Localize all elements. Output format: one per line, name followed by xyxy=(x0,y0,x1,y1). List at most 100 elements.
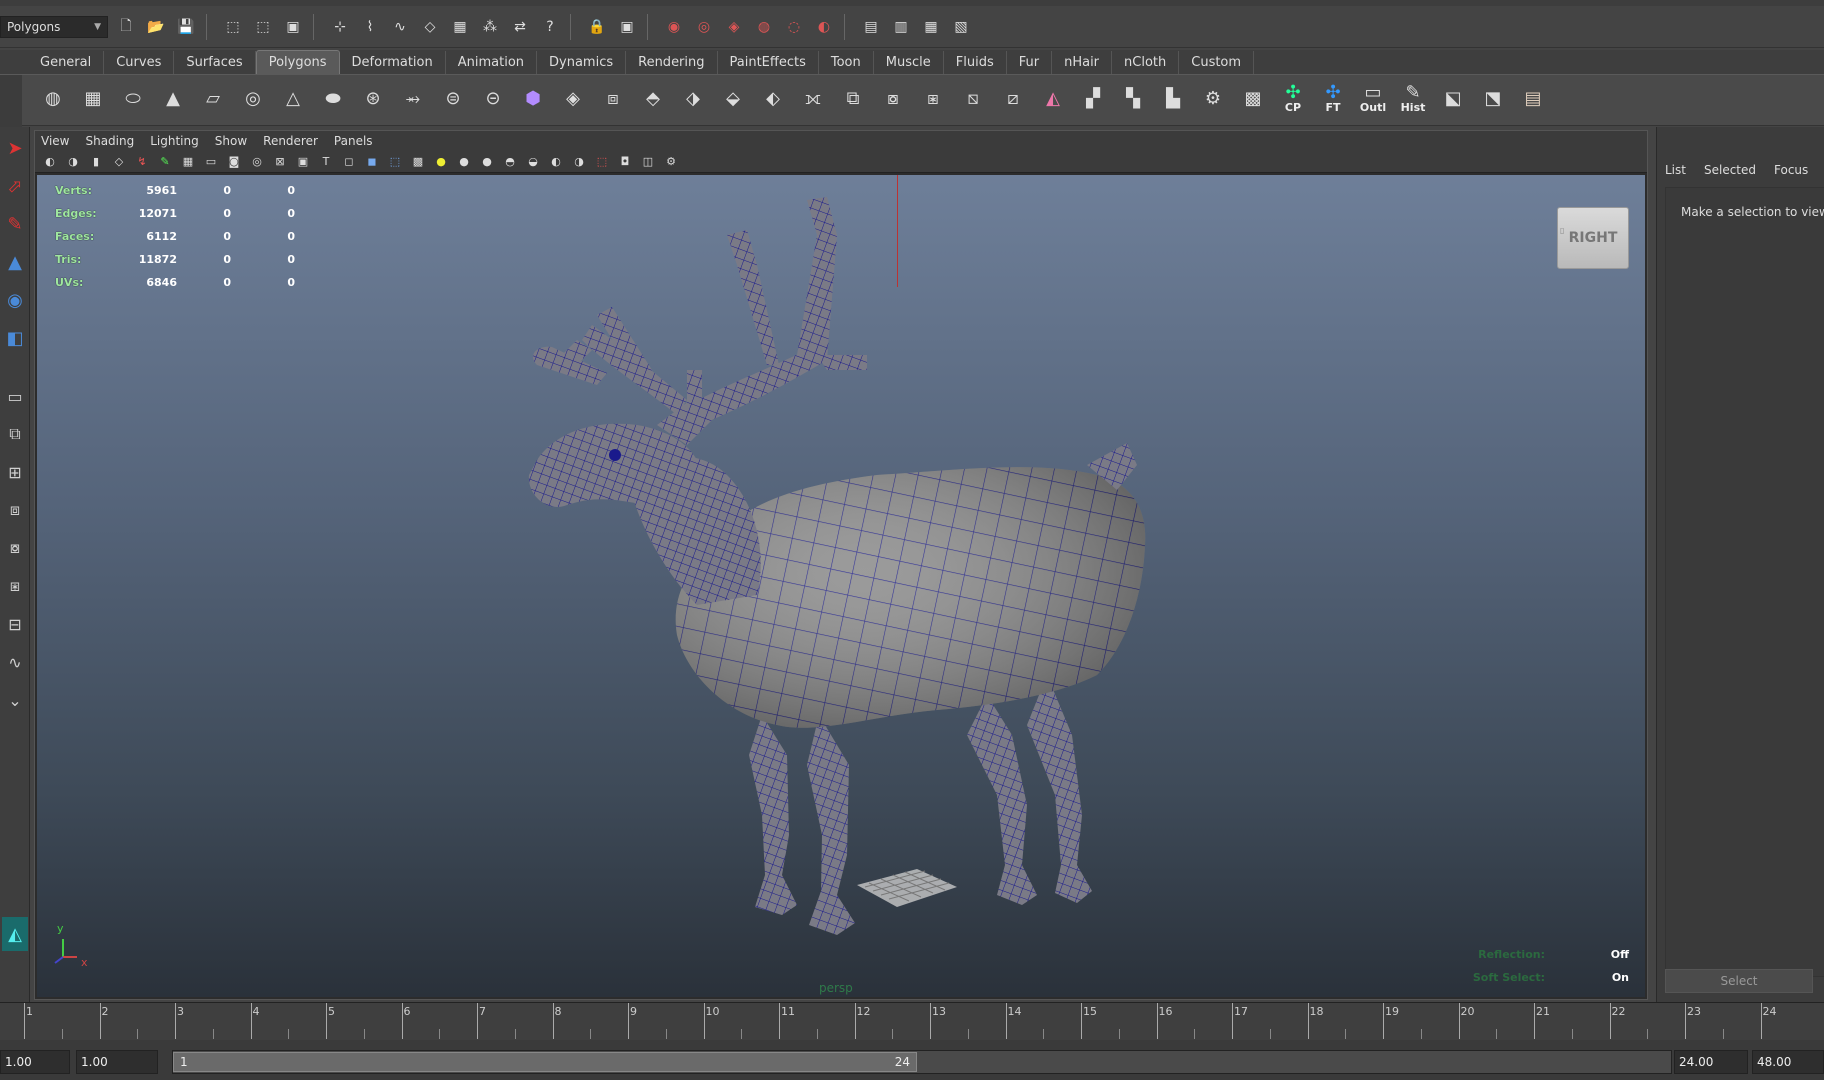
sew-uv-icon[interactable]: ⬔ xyxy=(1476,81,1510,115)
poly-plane-icon[interactable]: ▱ xyxy=(196,81,230,115)
poly-pipe-icon[interactable]: ⬬ xyxy=(316,81,350,115)
poly-smooth-icon[interactable]: ⬢ xyxy=(516,81,550,115)
move-uv-icon[interactable]: ⬕ xyxy=(1436,81,1470,115)
render-region-icon[interactable]: ◐ xyxy=(812,15,836,39)
scale-tool-icon[interactable]: ◧ xyxy=(2,321,28,355)
poly-cylinder-icon[interactable]: ⬭ xyxy=(116,81,150,115)
shelf-tab-muscle[interactable]: Muscle xyxy=(874,51,944,74)
poly-extrude-icon[interactable]: ⬖ xyxy=(756,81,790,115)
menu-renderer[interactable]: Renderer xyxy=(263,134,318,148)
shadows-icon[interactable]: ● xyxy=(455,154,473,170)
safe-action-icon[interactable]: ▣ xyxy=(294,154,312,170)
poly-uv-spherical-icon[interactable]: ▙ xyxy=(1156,81,1190,115)
poly-collapse-icon[interactable]: ⧆ xyxy=(916,81,950,115)
shelf-tab-nhair[interactable]: nHair xyxy=(1052,51,1113,74)
poly-split-icon[interactable]: ⬙ xyxy=(716,81,750,115)
safe-title-icon[interactable]: T xyxy=(317,154,335,170)
depth-of-field-icon[interactable]: ◐ xyxy=(547,154,565,170)
uv-texture-editor-icon[interactable]: ▩ xyxy=(1236,81,1270,115)
range-slider-track[interactable]: 1 24 xyxy=(172,1050,1672,1074)
ft-button[interactable]: ✣ FT xyxy=(1316,81,1350,115)
isolate-select-icon[interactable]: ⬚ xyxy=(593,154,611,170)
reindeer-model[interactable] xyxy=(37,175,1645,997)
menu-list[interactable]: List xyxy=(1665,163,1686,177)
viewport-canvas[interactable]: Verts: 5961 0 0 Edges: 12071 0 0 Faces: … xyxy=(37,175,1645,997)
poly-mirror-icon[interactable]: ⧈ xyxy=(596,81,630,115)
poly-merge-icon[interactable]: ⧇ xyxy=(876,81,910,115)
xray-joints-icon[interactable]: ◘ xyxy=(616,154,634,170)
poly-combine-icon[interactable]: ⥇ xyxy=(396,81,430,115)
snap-surface-icon[interactable]: ▦ xyxy=(448,15,472,39)
anti-aliasing-icon[interactable]: ◒ xyxy=(524,154,542,170)
gate-mask-icon[interactable]: ◎ xyxy=(248,154,266,170)
shelf-tab-toon[interactable]: Toon xyxy=(819,51,874,74)
uv-snapshot-icon[interactable]: ▤ xyxy=(1516,81,1550,115)
shelf-tab-custom[interactable]: Custom xyxy=(1179,51,1255,74)
poly-offset-loop-icon[interactable]: ⧄ xyxy=(996,81,1030,115)
select-camera-icon[interactable]: ◐ xyxy=(41,154,59,170)
2d-pan-zoom-icon[interactable]: ↯ xyxy=(133,154,151,170)
move-tool-icon[interactable]: ▲ xyxy=(2,245,28,279)
film-gate-icon[interactable]: ▭ xyxy=(202,154,220,170)
time-slider[interactable]: 1 2 3 4 5 6 7 8 9 10 11 12 13 14 15 16 17 18 19 20 21 22 23 24 xyxy=(0,1002,1824,1040)
paint-select-tool-icon[interactable]: ✎ xyxy=(2,207,28,241)
poly-fill-hole-icon[interactable]: ⬘ xyxy=(636,81,670,115)
shelf-tab-polygons[interactable]: Polygons xyxy=(255,50,340,74)
camera-attributes-icon[interactable]: ◑ xyxy=(64,154,82,170)
shelf-options[interactable] xyxy=(0,75,22,127)
persp-graph-hypergraph-layout-icon[interactable]: ⧆ xyxy=(2,569,28,603)
poly-uv-planar-icon[interactable]: ▞ xyxy=(1076,81,1110,115)
shelf-tab-dynamics[interactable]: Dynamics xyxy=(537,51,627,74)
open-scene-icon[interactable]: 📂 xyxy=(144,15,168,39)
shelf-tab-animation[interactable]: Animation xyxy=(446,51,538,74)
menu-shading[interactable]: Shading xyxy=(85,134,134,148)
select-object-icon[interactable]: ⬚ xyxy=(251,15,275,39)
select-button[interactable]: Select xyxy=(1665,969,1813,993)
toggle-tool-settings-icon[interactable]: ▥ xyxy=(889,15,913,39)
new-scene-icon[interactable]: 🗋 xyxy=(114,15,138,39)
ipr-render-icon[interactable]: ◎ xyxy=(692,15,716,39)
layout-options-icon[interactable]: ⌄ xyxy=(2,683,28,717)
shelf-tab-painteffects[interactable]: PaintEffects xyxy=(718,51,819,74)
hist-button[interactable]: ✎ Hist xyxy=(1396,81,1430,115)
cp-button[interactable]: ✣ CP xyxy=(1276,81,1310,115)
poly-pyramid-icon[interactable]: △ xyxy=(276,81,310,115)
menu-set-dropdown[interactable]: Polygons ▼ xyxy=(0,15,108,38)
wireframe-icon[interactable]: ◻ xyxy=(340,154,358,170)
select-hierarchy-icon[interactable]: ⬚ xyxy=(221,15,245,39)
toggle-attribute-editor-icon[interactable]: ▤ xyxy=(859,15,883,39)
outl-button[interactable]: ▭ Outl xyxy=(1356,81,1390,115)
render-settings-icon[interactable]: ◈ xyxy=(722,15,746,39)
grid-icon[interactable]: ▦ xyxy=(179,154,197,170)
resolution-gate-icon[interactable]: ◙ xyxy=(225,154,243,170)
menu-selected[interactable]: Selected xyxy=(1704,163,1756,177)
help-icon[interactable]: ? xyxy=(538,15,562,39)
shelf-tab-curves[interactable]: Curves xyxy=(104,51,175,74)
snap-live-icon[interactable]: ⁂ xyxy=(478,15,502,39)
motion-blur-icon[interactable]: ◓ xyxy=(501,154,519,170)
shelf-tab-ncloth[interactable]: nCloth xyxy=(1112,51,1180,74)
lasso-tool-icon[interactable]: ⬀ xyxy=(2,169,28,203)
menu-focus[interactable]: Focus xyxy=(1774,163,1808,177)
wireframe-on-shaded-icon[interactable]: ⬚ xyxy=(386,154,404,170)
playback-start-field[interactable]: 1.00 xyxy=(76,1050,158,1074)
hud-options-icon[interactable]: ⚙ xyxy=(662,154,680,170)
toggle-channel-box-icon[interactable]: ▦ xyxy=(919,15,943,39)
shelf-tab-fur[interactable]: Fur xyxy=(1007,51,1053,74)
render-current-icon[interactable]: ◉ xyxy=(662,15,686,39)
snap-plane-icon[interactable]: ◇ xyxy=(418,15,442,39)
menu-panels[interactable]: Panels xyxy=(334,134,373,148)
use-all-lights-icon[interactable]: ● xyxy=(432,154,450,170)
poly-torus-icon[interactable]: ◎ xyxy=(236,81,270,115)
xray-icon[interactable]: ◑ xyxy=(570,154,588,170)
image-plane-icon[interactable]: ◇ xyxy=(110,154,128,170)
poly-cone-icon[interactable]: ▲ xyxy=(156,81,190,115)
poly-soccer-ball-icon[interactable]: ⊛ xyxy=(356,81,390,115)
poly-cube-icon[interactable]: ▦ xyxy=(76,81,110,115)
shelf-tab-general[interactable]: General xyxy=(28,51,105,74)
ambient-occlusion-icon[interactable]: ● xyxy=(478,154,496,170)
poly-sculpt-icon[interactable]: ◭ xyxy=(1036,81,1070,115)
poly-append-icon[interactable]: ⬗ xyxy=(676,81,710,115)
poly-reduce-icon[interactable]: ◈ xyxy=(556,81,590,115)
shelf-tab-surfaces[interactable]: Surfaces xyxy=(174,51,256,74)
